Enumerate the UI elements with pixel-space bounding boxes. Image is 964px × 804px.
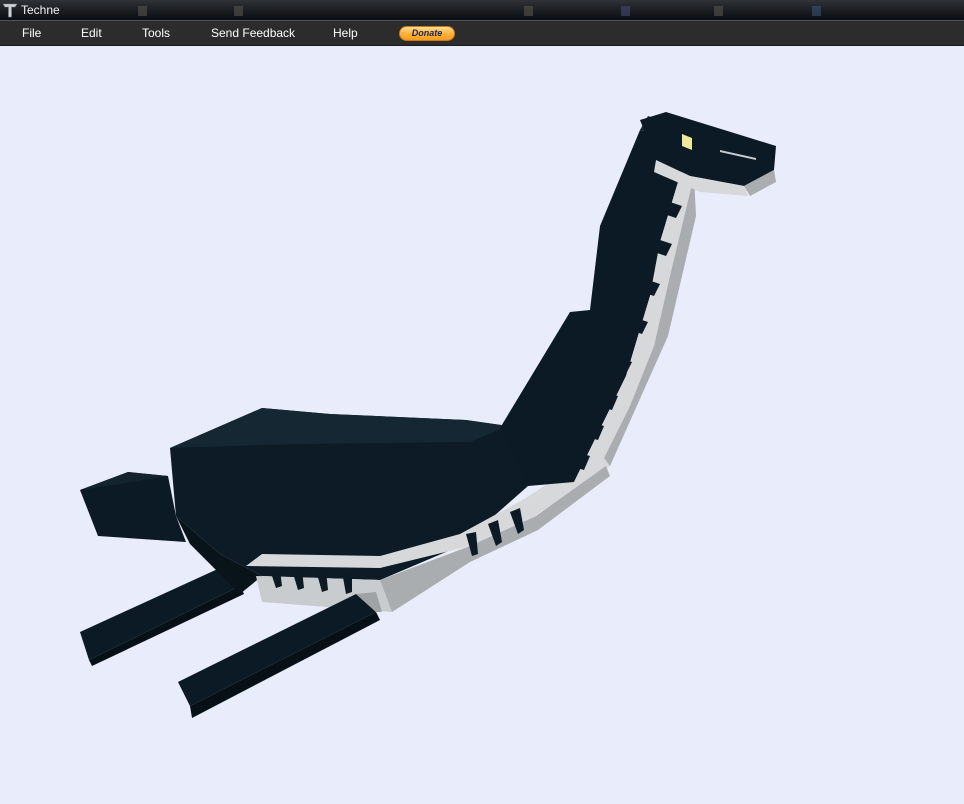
techne-logo-icon xyxy=(2,3,18,18)
menu-tools[interactable]: Tools xyxy=(142,26,170,41)
title-bar[interactable]: Techne xyxy=(0,0,964,21)
menu-file[interactable]: File xyxy=(22,26,41,41)
taskbar-thumbnail-glint xyxy=(621,6,630,16)
donate-button[interactable]: Donate xyxy=(399,26,455,41)
app-window: Techne File Edit Tools Send Feedback Hel… xyxy=(0,0,964,804)
taskbar-thumbnail-glint xyxy=(524,6,533,16)
3d-viewport[interactable] xyxy=(0,46,964,804)
menu-help[interactable]: Help xyxy=(333,26,358,41)
taskbar-thumbnail-glint xyxy=(812,6,821,16)
menu-bar: File Edit Tools Send Feedback Help Donat… xyxy=(0,21,964,46)
taskbar-thumbnail-glint xyxy=(714,6,723,16)
menu-edit[interactable]: Edit xyxy=(81,26,102,41)
tail xyxy=(80,472,186,542)
taskbar-thumbnail-glint xyxy=(138,6,147,16)
taskbar-thumbnail-glint xyxy=(234,6,243,16)
plesiosaur-model[interactable] xyxy=(0,46,964,804)
menu-send-feedback[interactable]: Send Feedback xyxy=(211,26,295,41)
rear-flipper-front xyxy=(178,592,382,718)
rear-flipper-back xyxy=(80,562,244,666)
window-title: Techne xyxy=(21,3,60,17)
